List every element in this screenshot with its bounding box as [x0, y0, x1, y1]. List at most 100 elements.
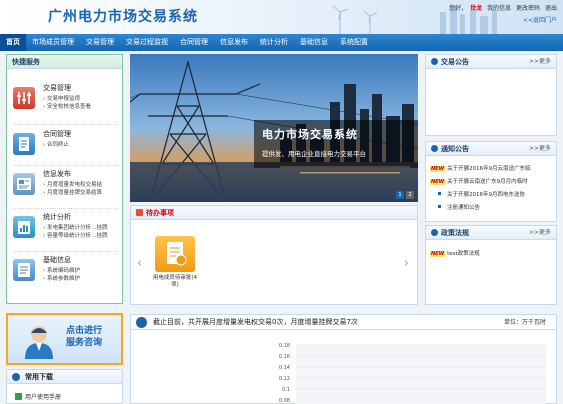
bullet-icon: [438, 205, 441, 208]
todo-card-label: 用电成员待审批(4项): [152, 275, 198, 288]
todo-icon: [136, 209, 143, 216]
stats-header: 截止目前，共开展月度增量发电权交易0次，月度增量挂牌交易7次 单位：万千瓦时: [131, 315, 556, 330]
quick-sub-link[interactable]: › 容量等级统计分析…挂牌: [43, 231, 107, 239]
quick-sub-link[interactable]: › 合同终止: [43, 140, 69, 148]
panel-title: 通知公告 >>更多: [426, 142, 556, 156]
stats-headline: 截止目前，共开展月度增量发电权交易0次，月度增量挂牌交易7次: [153, 318, 358, 326]
quick-item-title: 合同管理: [43, 130, 71, 138]
new-badge-icon: NEW: [430, 166, 446, 172]
new-badge-icon: NEW: [430, 179, 446, 185]
approval-icon: [155, 236, 195, 272]
stats-chart: 0.180.160.140.120.10.080.06: [279, 343, 546, 404]
service-consult-label: 点击进行 服务咨询: [66, 326, 103, 348]
prev-arrow-icon[interactable]: ‹: [137, 256, 142, 271]
panel-title: 政策法规 >>更多: [426, 226, 556, 240]
support-agent-icon: [25, 326, 53, 359]
greeting: 您好，: [449, 5, 468, 12]
announcement-icon: [431, 58, 438, 65]
analysis-icon: [13, 216, 35, 238]
todo-card[interactable]: 用电成员待审批(4项): [151, 236, 199, 289]
quick-sub-link[interactable]: › 安全校核信息查看: [43, 102, 91, 110]
quick-item-publish[interactable]: 信息发布 › 月度增量发电权交易结 › 月度增量挂牌交易结算: [13, 167, 123, 207]
y-tick-label: 0.1: [282, 387, 290, 393]
hero-banner[interactable]: 电力市场交易系统 提供发、用电企业直接电力交易平台 1 2: [130, 54, 418, 202]
quick-sub-link[interactable]: › 月度增量发电权交易结: [43, 180, 102, 188]
app-header: 广州电力市场交易系统 您好， 世龙 我的信息 更改密码 退出 <<返回门户: [0, 0, 563, 34]
nav-home[interactable]: 首页: [0, 34, 26, 51]
user-name[interactable]: 世龙: [470, 5, 482, 12]
back-to-portal-link[interactable]: <<返回门户: [523, 15, 557, 24]
divider: [13, 251, 118, 252]
nav-market-members[interactable]: 市场成员管理: [26, 34, 80, 51]
my-info-link[interactable]: 我的信息: [487, 5, 511, 12]
nav-trade-monitor[interactable]: 交易过程监视: [120, 34, 174, 51]
publish-icon: [13, 173, 35, 195]
quick-sub-link[interactable]: › 发电集团统计分析…挂牌: [43, 223, 107, 231]
info-icon: [13, 259, 35, 281]
trade-announcements-panel: 交易公告 >>更多: [425, 54, 557, 136]
nav-info-publish[interactable]: 信息发布: [214, 34, 254, 51]
more-link[interactable]: >>更多: [529, 226, 551, 240]
todo-panel: 待办事项 ‹ › 用电成员待审批(4项): [130, 205, 418, 305]
downloads-panel: 常用下载 用户使用手册: [6, 369, 123, 404]
quick-item-basic-info[interactable]: 基础信息 › 系统编码维护 › 系统参数维护: [13, 253, 123, 293]
policy-item[interactable]: NEW test政策法规: [430, 249, 480, 257]
todo-title: 待办事项: [131, 206, 417, 220]
quick-sub-link[interactable]: › 交易申报监视: [43, 94, 80, 102]
header-links: 您好， 世龙 我的信息 更改密码 退出: [446, 3, 557, 12]
quick-item-title: 交易管理: [43, 84, 71, 92]
nav-contract-management[interactable]: 合同管理: [174, 34, 214, 51]
notice-item[interactable]: NEW 关于开展2016年9月云南送广东临: [430, 164, 531, 172]
divider: [13, 208, 118, 209]
y-tick-label: 0.08: [279, 398, 290, 404]
y-tick-label: 0.16: [279, 354, 290, 360]
system-title: 广州电力市场交易系统: [48, 9, 198, 25]
banner-caption: 电力市场交易系统 提供发、用电企业直接电力交易平台: [254, 120, 418, 168]
next-arrow-icon[interactable]: ›: [404, 256, 409, 271]
file-icon: [15, 393, 22, 400]
quick-item-analysis[interactable]: 统计分析 › 发电集团统计分析…挂牌 › 容量等级统计分析…挂牌: [13, 210, 123, 250]
download-icon: [12, 373, 20, 381]
banner-page-button[interactable]: 1: [396, 191, 404, 199]
download-item[interactable]: 用户使用手册: [15, 392, 61, 401]
quick-sub-link[interactable]: › 月度增量挂牌交易结算: [43, 188, 102, 196]
banner-subtitle: 提供发、用电企业直接电力交易平台: [262, 150, 366, 158]
quick-item-title: 信息发布: [43, 170, 71, 178]
contract-icon: [13, 133, 35, 155]
notice-item[interactable]: 注册通知公告: [430, 203, 480, 211]
more-link[interactable]: >>更多: [529, 55, 551, 69]
plot-area: [296, 345, 546, 404]
quick-sub-link[interactable]: › 系统编码维护: [43, 266, 80, 274]
notices-panel: 通知公告 >>更多 NEW 关于开展2016年9月云南送广东临 NEW 关于开展云南…: [425, 141, 557, 222]
policy-icon: [431, 229, 438, 236]
quick-sub-link[interactable]: › 系统参数维护: [43, 274, 80, 282]
notice-item[interactable]: 关于开展2016年9月西电东送协: [430, 190, 525, 198]
quick-item-title: 统计分析: [43, 213, 71, 221]
change-password-link[interactable]: 更改密码: [516, 5, 540, 12]
service-consult-button[interactable]: 点击进行 服务咨询: [6, 313, 123, 365]
panel-title: 交易公告 >>更多: [426, 55, 556, 69]
divider: [13, 124, 118, 125]
y-tick-label: 0.12: [279, 376, 290, 382]
logout-link[interactable]: 退出: [545, 5, 557, 12]
stats-icon: [136, 317, 147, 328]
main-nav: 首页 市场成员管理 交易管理 交易过程监视 合同管理 信息发布 统计分析 基础信…: [0, 34, 563, 51]
stats-unit: 单位：万千瓦时: [503, 319, 546, 326]
banner-pager: 1 2: [396, 191, 414, 199]
nav-system-config[interactable]: 系统配置: [334, 34, 374, 51]
y-tick-label: 0.18: [279, 343, 290, 349]
new-badge-icon: NEW: [430, 251, 446, 257]
notice-item[interactable]: NEW 关于开展云南送广东9月月内临时: [430, 177, 528, 185]
quick-item-trade[interactable]: 交易管理 › 交易申报监视 › 安全校核信息查看: [13, 81, 123, 121]
nav-basic-info[interactable]: 基础信息: [294, 34, 334, 51]
quick-service-title: 快捷服务: [7, 55, 122, 69]
nav-statistics[interactable]: 统计分析: [254, 34, 294, 51]
banner-title: 电力市场交易系统: [262, 128, 358, 141]
banner-page-button[interactable]: 2: [406, 191, 414, 199]
nav-trade-management[interactable]: 交易管理: [80, 34, 120, 51]
quick-item-contract[interactable]: 合同管理 › 合同终止: [13, 127, 123, 167]
quick-item-title: 基础信息: [43, 256, 71, 264]
trade-icon: [13, 87, 35, 109]
bullet-icon: [438, 192, 441, 195]
more-link[interactable]: >>更多: [529, 142, 551, 156]
